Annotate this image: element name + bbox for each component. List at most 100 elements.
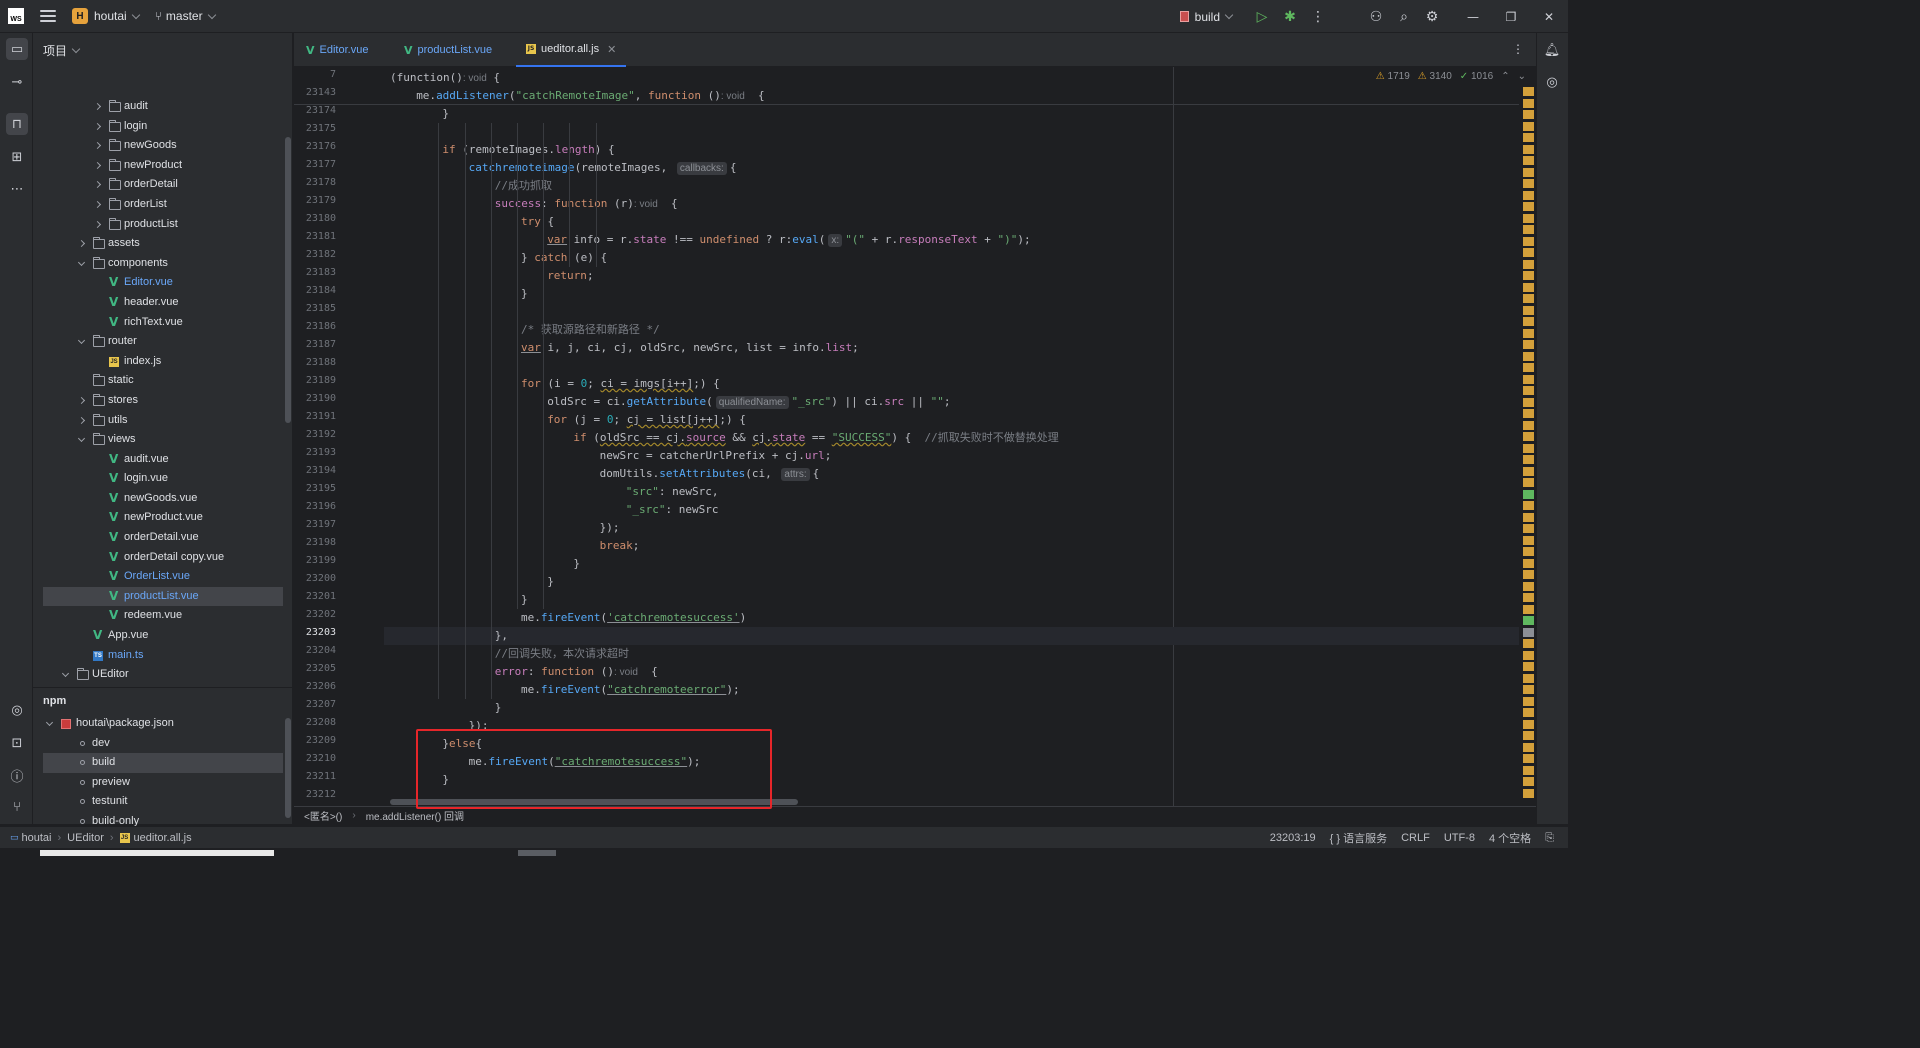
stripe-mark[interactable] bbox=[1523, 110, 1534, 119]
problems-icon[interactable]: ⓘ bbox=[6, 764, 28, 786]
indent-setting[interactable]: 4 个空格 bbox=[1489, 830, 1531, 846]
stripe-mark[interactable] bbox=[1523, 650, 1534, 660]
language-services[interactable]: { } 语言服务 bbox=[1330, 830, 1387, 846]
tree-item[interactable]: VorderDetail.vue bbox=[33, 528, 293, 548]
stripe-mark[interactable] bbox=[1523, 420, 1534, 430]
tree-item[interactable]: login bbox=[33, 117, 293, 137]
stripe-mark[interactable] bbox=[1523, 202, 1534, 211]
stripe-mark[interactable] bbox=[1523, 351, 1534, 361]
stripe-mark[interactable] bbox=[1523, 144, 1534, 154]
stripe-mark[interactable] bbox=[1523, 156, 1534, 165]
stripe-mark[interactable] bbox=[1523, 466, 1534, 476]
ai-assistant-icon[interactable]: ◎ bbox=[1541, 71, 1563, 93]
chevron-down-icon[interactable] bbox=[45, 718, 54, 727]
stripe-mark[interactable] bbox=[1523, 363, 1534, 372]
chevron-right-icon[interactable] bbox=[93, 142, 102, 150]
tree-item[interactable]: static bbox=[33, 371, 293, 391]
stripe-mark[interactable] bbox=[1523, 754, 1534, 763]
tree-item[interactable]: VproductList.vue bbox=[43, 586, 283, 607]
close-button[interactable]: ✕ bbox=[1530, 0, 1568, 33]
stripe-mark[interactable] bbox=[1523, 271, 1534, 280]
stripe-mark[interactable] bbox=[1523, 374, 1534, 384]
npm-script-build[interactable]: build bbox=[43, 753, 283, 773]
stripe-mark[interactable] bbox=[1523, 190, 1534, 200]
code-view[interactable]: 7 23143 23174 23175 23176 23177 23178 23179 2318… bbox=[294, 67, 1519, 806]
add-user-icon[interactable]: ⚇ bbox=[1362, 3, 1390, 31]
chevron-up-icon[interactable]: ⌃ bbox=[1501, 71, 1509, 82]
run-config-selector[interactable]: build bbox=[1179, 10, 1238, 24]
notifications-icon[interactable]: 🔔︎ bbox=[1541, 39, 1563, 61]
stripe-mark[interactable] bbox=[1523, 294, 1534, 303]
stripe-mark[interactable] bbox=[1523, 627, 1534, 637]
tab-ueditor-all-js[interactable]: JS ueditor.all.js ✕ bbox=[516, 33, 627, 67]
chevron-right-icon[interactable] bbox=[77, 416, 86, 424]
stripe-mark[interactable] bbox=[1523, 248, 1534, 257]
tree-item[interactable]: Vaudit.vue bbox=[33, 450, 293, 470]
npm-scrollbar[interactable] bbox=[285, 718, 291, 818]
tree-item[interactable]: V App.vue bbox=[33, 626, 293, 646]
stripe-mark[interactable] bbox=[1523, 489, 1534, 499]
error-stripe[interactable] bbox=[1523, 87, 1534, 803]
structure-icon[interactable]: ⊞ bbox=[6, 146, 28, 168]
stripe-mark[interactable] bbox=[1523, 512, 1534, 522]
stripe-mark[interactable] bbox=[1523, 213, 1534, 223]
tree-item[interactable]: orderList bbox=[33, 195, 293, 215]
close-tab-icon[interactable]: ✕ bbox=[607, 43, 616, 56]
more-actions-icon[interactable]: ⋮ bbox=[1304, 3, 1332, 31]
tree-item[interactable]: newGoods bbox=[33, 136, 293, 156]
stripe-mark[interactable] bbox=[1523, 340, 1534, 349]
commit-icon[interactable]: ⊸ bbox=[6, 71, 28, 93]
debug-icon[interactable]: ✱ bbox=[1276, 3, 1304, 31]
stripe-mark[interactable] bbox=[1523, 386, 1534, 395]
inspection-widget[interactable]: ⚠ 1719 ⚠ 3140 ✓ 1016 ⌃ ⌄ bbox=[1376, 71, 1526, 82]
file-encoding[interactable]: UTF-8 bbox=[1444, 832, 1475, 844]
stripe-mark[interactable] bbox=[1523, 696, 1534, 706]
main-menu-icon[interactable] bbox=[40, 10, 56, 22]
services-icon[interactable]: ◎ bbox=[6, 699, 28, 721]
tree-item[interactable]: utils bbox=[33, 411, 293, 431]
git-icon[interactable]: ⑂ bbox=[6, 796, 28, 818]
more-tools-icon[interactable]: ⋯ bbox=[6, 178, 28, 200]
stripe-mark[interactable] bbox=[1523, 765, 1534, 775]
tree-item[interactable]: Vheader.vue bbox=[33, 293, 293, 313]
stripe-mark[interactable] bbox=[1523, 455, 1534, 464]
stripe-mark[interactable] bbox=[1523, 604, 1534, 614]
tree-item[interactable]: Vlogin.vue bbox=[33, 469, 293, 489]
chevron-right-icon[interactable] bbox=[77, 240, 86, 248]
terminal-icon[interactable]: ⊡ bbox=[6, 732, 28, 754]
tree-item[interactable]: UEditor bbox=[33, 665, 293, 683]
project-badge[interactable]: H bbox=[72, 8, 88, 24]
stripe-mark[interactable] bbox=[1523, 317, 1534, 326]
readonly-lock-icon[interactable]: ⎘ bbox=[1545, 831, 1554, 845]
chevron-right-icon[interactable] bbox=[77, 396, 86, 404]
tree-item[interactable]: VnewGoods.vue bbox=[33, 489, 293, 509]
chevron-right-icon[interactable] bbox=[93, 102, 102, 111]
stripe-mark[interactable] bbox=[1523, 282, 1534, 292]
stripe-mark[interactable] bbox=[1523, 777, 1534, 786]
tab-productlist-vue[interactable]: V productList.vue bbox=[404, 33, 492, 67]
stripe-mark[interactable] bbox=[1523, 731, 1534, 740]
npm-script-dev[interactable]: dev bbox=[33, 734, 293, 754]
tree-scrollbar[interactable] bbox=[285, 137, 291, 423]
crumb-folder[interactable]: UEditor bbox=[67, 832, 104, 844]
project-name[interactable]: houtai bbox=[94, 9, 127, 23]
tree-item[interactable]: TS main.ts bbox=[33, 646, 293, 666]
stripe-mark[interactable] bbox=[1523, 478, 1534, 487]
tree-item[interactable]: stores bbox=[33, 391, 293, 411]
project-panel-header[interactable]: 项目 bbox=[33, 33, 292, 67]
stripe-mark[interactable] bbox=[1523, 432, 1534, 441]
tree-item[interactable]: newProduct bbox=[33, 156, 293, 176]
gear-icon[interactable]: ⚙ bbox=[1418, 3, 1446, 31]
caret-position[interactable]: 23203:19 bbox=[1270, 832, 1316, 844]
stripe-mark[interactable] bbox=[1523, 535, 1534, 545]
stripe-mark[interactable] bbox=[1523, 673, 1534, 683]
branch-selector[interactable]: ⑂ master bbox=[155, 9, 221, 23]
chevron-right-icon[interactable] bbox=[93, 161, 102, 169]
stripe-mark[interactable] bbox=[1523, 179, 1534, 188]
chevron-right-icon[interactable] bbox=[93, 122, 102, 130]
stripe-mark[interactable] bbox=[1523, 236, 1534, 246]
stripe-mark[interactable] bbox=[1523, 225, 1534, 234]
stripe-mark[interactable] bbox=[1523, 593, 1534, 602]
stripe-mark[interactable] bbox=[1523, 685, 1534, 694]
pull-requests-icon[interactable]: ⊓ bbox=[6, 113, 28, 135]
